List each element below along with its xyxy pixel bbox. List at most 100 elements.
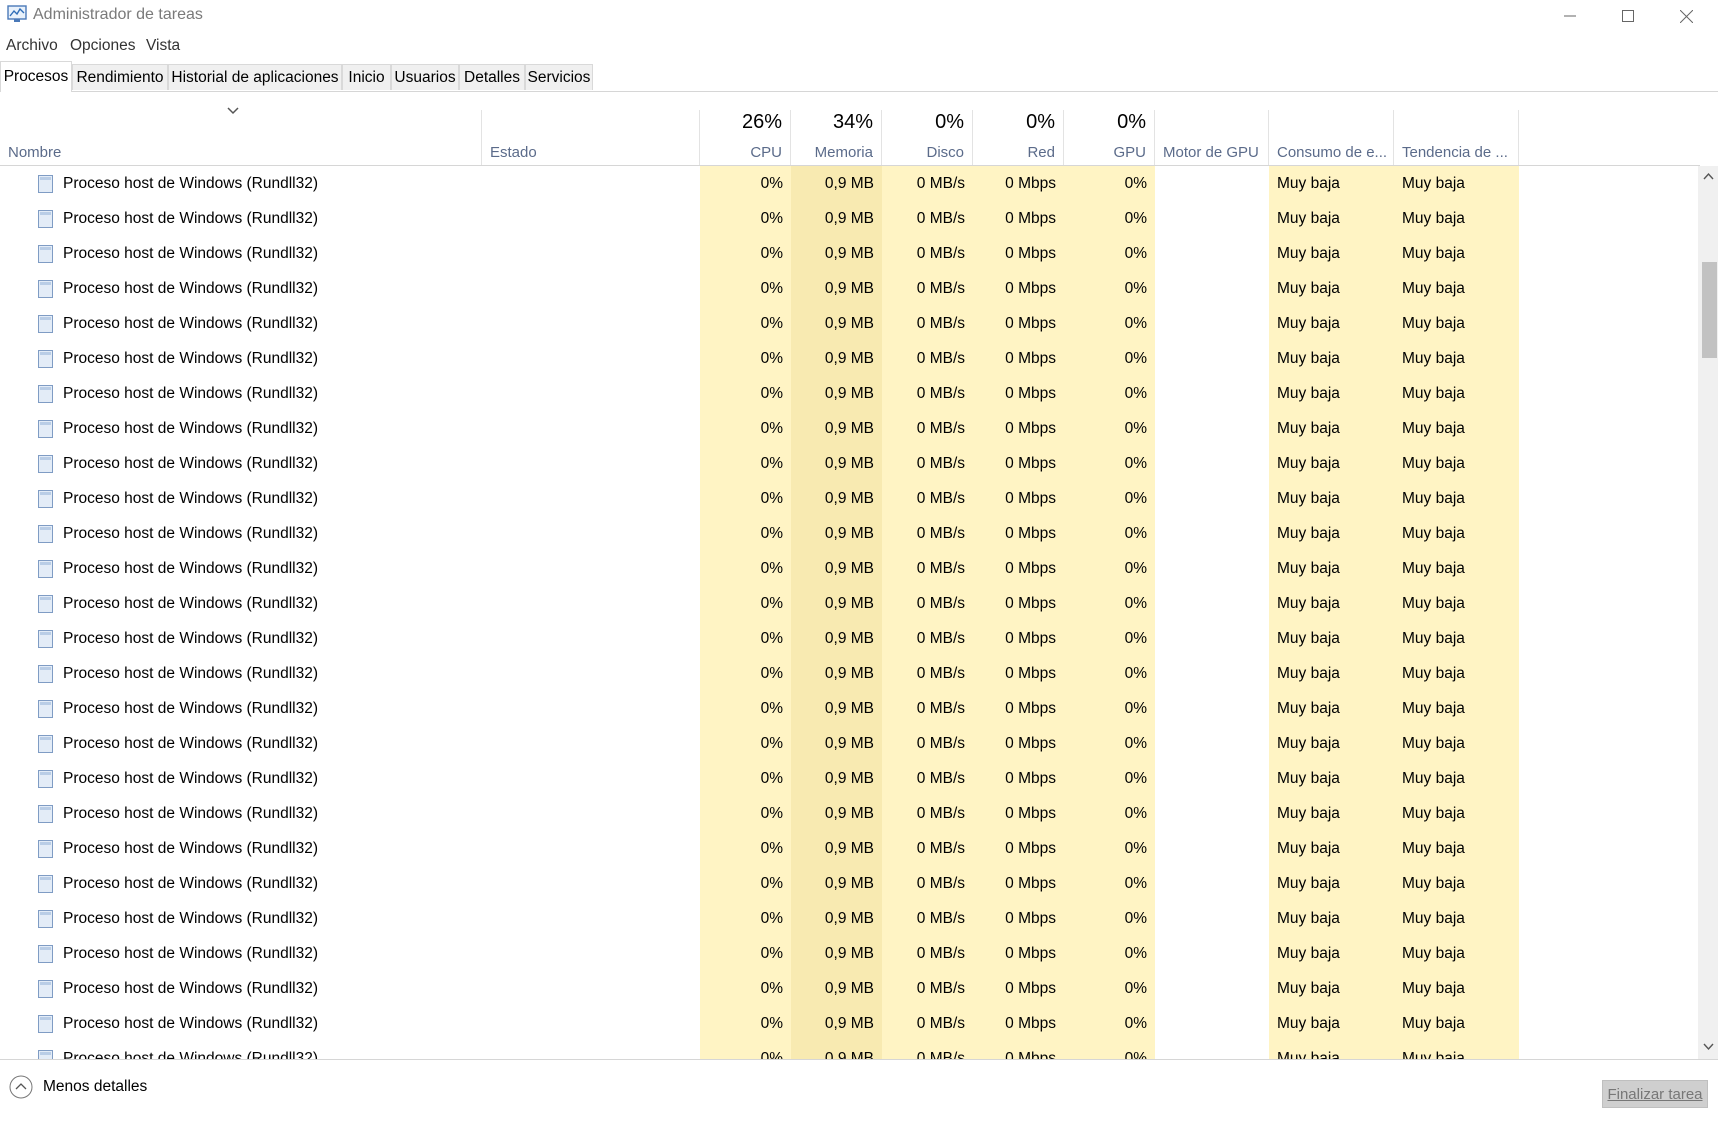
cell-disk: 0 MB/s bbox=[882, 831, 973, 866]
cell-memory: 0,9 MB bbox=[791, 866, 882, 901]
table-row[interactable]: Proceso host de Windows (Rundll32) 0% 0,9 … bbox=[0, 971, 1700, 1006]
process-window-icon bbox=[38, 735, 53, 753]
table-row[interactable]: Proceso host de Windows (Rundll32) 0% 0,9 … bbox=[0, 621, 1700, 656]
table-row[interactable]: Proceso host de Windows (Rundll32) 0% 0,9 … bbox=[0, 201, 1700, 236]
tab-bar: Procesos Rendimiento Historial de aplica… bbox=[0, 61, 1718, 92]
column-header-status[interactable]: Estado bbox=[482, 110, 700, 165]
tab-inicio[interactable]: Inicio bbox=[342, 64, 391, 90]
maximize-button[interactable] bbox=[1599, 0, 1657, 32]
cell-memory: 0,9 MB bbox=[791, 411, 882, 446]
table-row[interactable]: Proceso host de Windows (Rundll32) 0% 0,9 … bbox=[0, 481, 1700, 516]
column-header-power-trend[interactable]: Tendencia de ... bbox=[1394, 110, 1519, 165]
menu-opciones[interactable]: Opciones bbox=[70, 37, 135, 55]
cell-power: Muy baja bbox=[1269, 236, 1394, 271]
cell-gpu-engine bbox=[1155, 236, 1269, 271]
window-title: Administrador de tareas bbox=[33, 6, 203, 23]
table-row[interactable]: Proceso host de Windows (Rundll32) 0% 0,9 … bbox=[0, 586, 1700, 621]
table-row[interactable]: Proceso host de Windows (Rundll32) 0% 0,9 … bbox=[0, 1006, 1700, 1041]
cell-network: 0 Mbps bbox=[973, 656, 1064, 691]
tab-rendimiento[interactable]: Rendimiento bbox=[72, 64, 168, 90]
table-row[interactable]: Proceso host de Windows (Rundll32) 0% 0,9 … bbox=[0, 936, 1700, 971]
cell-network: 0 Mbps bbox=[973, 621, 1064, 656]
table-row[interactable]: Proceso host de Windows (Rundll32) 0% 0,9 … bbox=[0, 796, 1700, 831]
table-row[interactable]: Proceso host de Windows (Rundll32) 0% 0,9 … bbox=[0, 516, 1700, 551]
column-header-gpu[interactable]: 0% GPU bbox=[1064, 110, 1155, 165]
column-header-cpu[interactable]: 26% CPU bbox=[700, 110, 791, 165]
column-header-network[interactable]: 0% Red bbox=[973, 110, 1064, 165]
cell-power: Muy baja bbox=[1269, 201, 1394, 236]
tab-procesos[interactable]: Procesos bbox=[0, 61, 72, 92]
scroll-down-icon[interactable] bbox=[1702, 1042, 1715, 1052]
cell-gpu-engine bbox=[1155, 586, 1269, 621]
table-row[interactable]: Proceso host de Windows (Rundll32) 0% 0,9 … bbox=[0, 306, 1700, 341]
table-row[interactable]: Proceso host de Windows (Rundll32) 0% 0,9 … bbox=[0, 271, 1700, 306]
table-row[interactable]: Proceso host de Windows (Rundll32) 0% 0,9 … bbox=[0, 1041, 1700, 1059]
tab-usuarios[interactable]: Usuarios bbox=[391, 64, 459, 90]
cell-gpu-engine bbox=[1155, 1006, 1269, 1041]
column-header-name[interactable]: Nombre bbox=[0, 110, 482, 165]
cell-cpu: 0% bbox=[700, 341, 791, 376]
cell-cpu: 0% bbox=[700, 586, 791, 621]
cell-memory: 0,9 MB bbox=[791, 271, 882, 306]
column-header-gpu-engine[interactable]: Motor de GPU bbox=[1155, 110, 1269, 165]
maximize-icon bbox=[1622, 10, 1634, 22]
cell-network: 0 Mbps bbox=[973, 551, 1064, 586]
cell-gpu-engine bbox=[1155, 621, 1269, 656]
less-details-button[interactable]: Menos detalles bbox=[9, 1075, 147, 1099]
column-header-power[interactable]: Consumo de e... bbox=[1269, 110, 1394, 165]
cell-gpu-engine bbox=[1155, 1041, 1269, 1059]
cell-gpu: 0% bbox=[1064, 551, 1155, 586]
cell-gpu: 0% bbox=[1064, 1006, 1155, 1041]
process-window-icon bbox=[38, 280, 53, 298]
tab-historial[interactable]: Historial de aplicaciones bbox=[168, 64, 342, 90]
table-row[interactable]: Proceso host de Windows (Rundll32) 0% 0,9 … bbox=[0, 656, 1700, 691]
table-row[interactable]: Proceso host de Windows (Rundll32) 0% 0,9 … bbox=[0, 411, 1700, 446]
table-row[interactable]: Proceso host de Windows (Rundll32) 0% 0,9 … bbox=[0, 901, 1700, 936]
table-row[interactable]: Proceso host de Windows (Rundll32) 0% 0,9 … bbox=[0, 866, 1700, 901]
cell-disk: 0 MB/s bbox=[882, 796, 973, 831]
column-label-gpu: GPU bbox=[1113, 144, 1146, 161]
cell-power-trend: Muy baja bbox=[1394, 621, 1519, 656]
cell-network: 0 Mbps bbox=[973, 901, 1064, 936]
table-row[interactable]: Proceso host de Windows (Rundll32) 0% 0,9 … bbox=[0, 691, 1700, 726]
column-label-network: Red bbox=[1027, 144, 1055, 161]
cell-gpu-engine bbox=[1155, 656, 1269, 691]
scroll-up-icon[interactable] bbox=[1702, 171, 1715, 181]
cell-disk: 0 MB/s bbox=[882, 936, 973, 971]
cell-memory: 0,9 MB bbox=[791, 831, 882, 866]
vertical-scrollbar[interactable] bbox=[1698, 166, 1718, 1059]
table-row[interactable]: Proceso host de Windows (Rundll32) 0% 0,9 … bbox=[0, 726, 1700, 761]
column-header-disk[interactable]: 0% Disco bbox=[882, 110, 973, 165]
cell-memory: 0,9 MB bbox=[791, 621, 882, 656]
network-summary: 0% bbox=[1026, 111, 1055, 133]
end-task-button[interactable]: Finalizar tarea bbox=[1602, 1080, 1708, 1108]
cell-memory: 0,9 MB bbox=[791, 1041, 882, 1059]
table-row[interactable]: Proceso host de Windows (Rundll32) 0% 0,9 … bbox=[0, 831, 1700, 866]
process-name: Proceso host de Windows (Rundll32) bbox=[63, 420, 319, 437]
table-row[interactable]: Proceso host de Windows (Rundll32) 0% 0,9 … bbox=[0, 166, 1700, 201]
column-label-cpu: CPU bbox=[750, 144, 782, 161]
close-button[interactable] bbox=[1657, 0, 1715, 32]
tab-servicios[interactable]: Servicios bbox=[525, 64, 593, 90]
table-row[interactable]: Proceso host de Windows (Rundll32) 0% 0,9 … bbox=[0, 376, 1700, 411]
table-row[interactable]: Proceso host de Windows (Rundll32) 0% 0,9 … bbox=[0, 236, 1700, 271]
table-row[interactable]: Proceso host de Windows (Rundll32) 0% 0,9 … bbox=[0, 341, 1700, 376]
menu-vista[interactable]: Vista bbox=[146, 37, 180, 55]
table-row[interactable]: Proceso host de Windows (Rundll32) 0% 0,9 … bbox=[0, 446, 1700, 481]
process-name: Proceso host de Windows (Rundll32) bbox=[63, 560, 319, 577]
minimize-button[interactable] bbox=[1541, 0, 1599, 32]
table-row[interactable]: Proceso host de Windows (Rundll32) 0% 0,9 … bbox=[0, 761, 1700, 796]
scrollbar-thumb[interactable] bbox=[1702, 262, 1717, 358]
cell-gpu-engine bbox=[1155, 166, 1269, 201]
table-row[interactable]: Proceso host de Windows (Rundll32) 0% 0,9 … bbox=[0, 551, 1700, 586]
cell-cpu: 0% bbox=[700, 656, 791, 691]
cell-power-trend: Muy baja bbox=[1394, 271, 1519, 306]
column-header-memory[interactable]: 34% Memoria bbox=[791, 110, 882, 165]
cell-power: Muy baja bbox=[1269, 656, 1394, 691]
cell-memory: 0,9 MB bbox=[791, 341, 882, 376]
tab-detalles[interactable]: Detalles bbox=[459, 64, 525, 90]
menu-archivo[interactable]: Archivo bbox=[6, 37, 58, 55]
process-name: Proceso host de Windows (Rundll32) bbox=[63, 770, 319, 787]
close-icon bbox=[1679, 9, 1693, 23]
cell-gpu: 0% bbox=[1064, 971, 1155, 1006]
